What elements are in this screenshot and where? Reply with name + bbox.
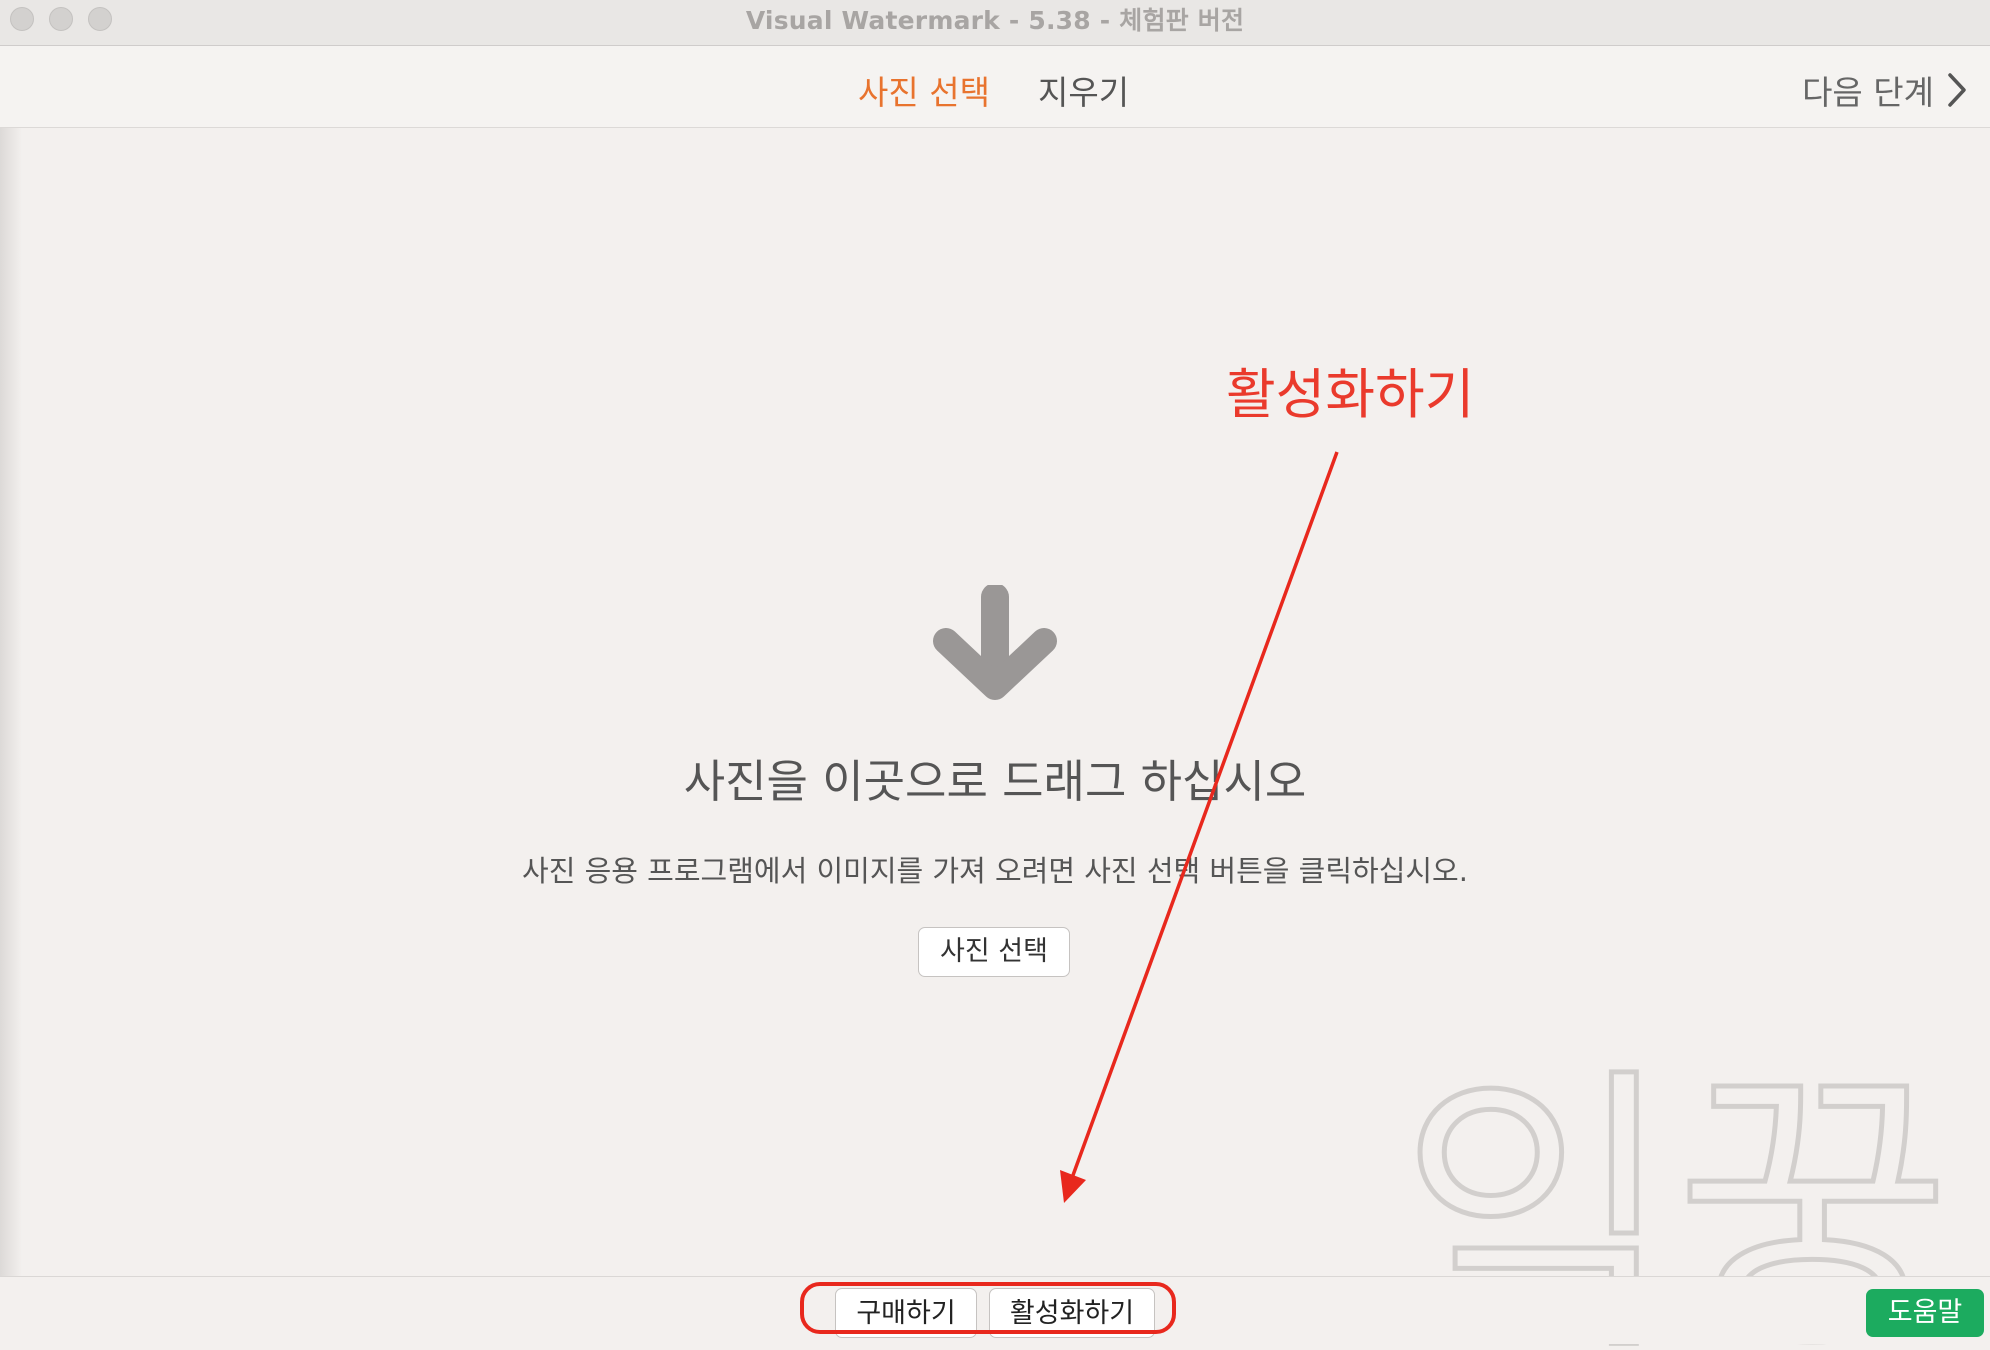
title-bar: Visual Watermark - 5.38 - 체험판 버전 (0, 0, 1990, 46)
next-step-label: 다음 단계 (1802, 73, 1934, 112)
next-step-button[interactable]: 다음 단계 (1802, 66, 1968, 114)
left-edge-shadow (0, 128, 22, 1276)
annotation-label: 활성화하기 (1226, 363, 1475, 426)
chevron-right-icon (1948, 73, 1966, 107)
activate-button[interactable]: 활성화하기 (989, 1288, 1155, 1338)
tab-select-photos[interactable]: 사진 선택 (858, 66, 990, 114)
select-photos-button[interactable]: 사진 선택 (918, 927, 1070, 977)
tab-clear[interactable]: 지우기 (1038, 66, 1129, 114)
buy-button[interactable]: 구매하기 (835, 1288, 977, 1338)
window-title: Visual Watermark - 5.38 - 체험판 버전 (745, 6, 1245, 35)
arrow-down-icon (933, 585, 1057, 700)
drop-zone-description: 사진 응용 프로그램에서 이미지를 가져 오려면 사진 선택 버튼을 클릭하십시… (522, 854, 1468, 888)
help-button[interactable]: 도움말 (1866, 1289, 1984, 1337)
drop-zone-title: 사진을 이곳으로 드래그 하십시오 (683, 755, 1307, 808)
toolbar: 사진 선택 지우기 다음 단계 (0, 46, 1990, 128)
